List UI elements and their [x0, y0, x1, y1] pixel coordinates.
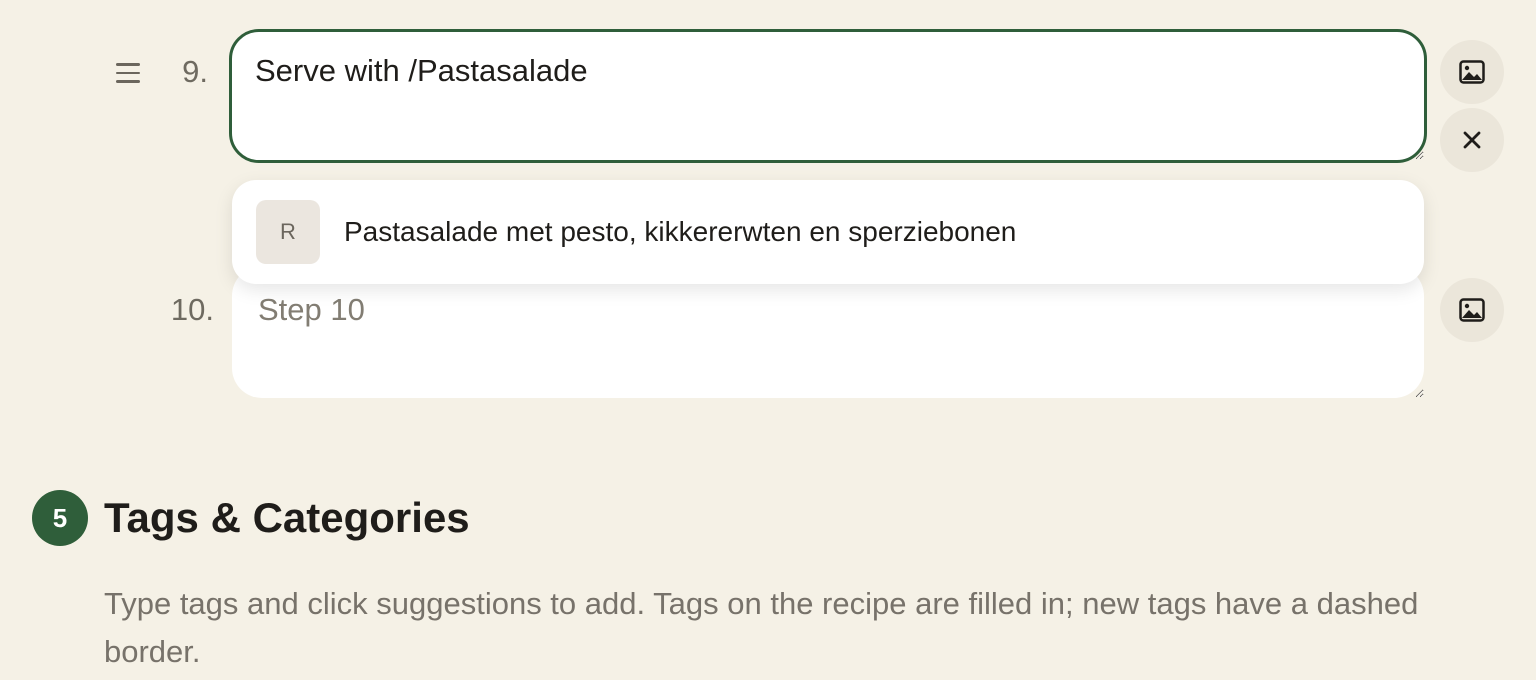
add-image-button[interactable]: [1440, 40, 1504, 104]
recipe-badge: R: [256, 200, 320, 264]
section-number-badge: 5: [32, 490, 88, 546]
step-number: 9.: [182, 54, 208, 89]
close-icon: [1463, 131, 1481, 149]
add-image-button[interactable]: [1440, 278, 1504, 342]
remove-step-button[interactable]: [1440, 108, 1504, 172]
drag-handle-icon[interactable]: [112, 58, 144, 88]
section-description: Type tags and click suggestions to add. …: [104, 586, 1419, 669]
section-title: Tags & Categories: [104, 494, 470, 541]
image-icon: [1459, 60, 1485, 84]
recipe-suggestion-item[interactable]: R Pastasalade met pesto, kikkererwten en…: [232, 180, 1424, 284]
suggestion-label: Pastasalade met pesto, kikkererwten en s…: [344, 216, 1017, 247]
step-10-input[interactable]: [232, 266, 1424, 398]
step-9-input[interactable]: [229, 29, 1427, 163]
image-icon: [1459, 298, 1485, 322]
step-number: 10.: [170, 292, 214, 327]
